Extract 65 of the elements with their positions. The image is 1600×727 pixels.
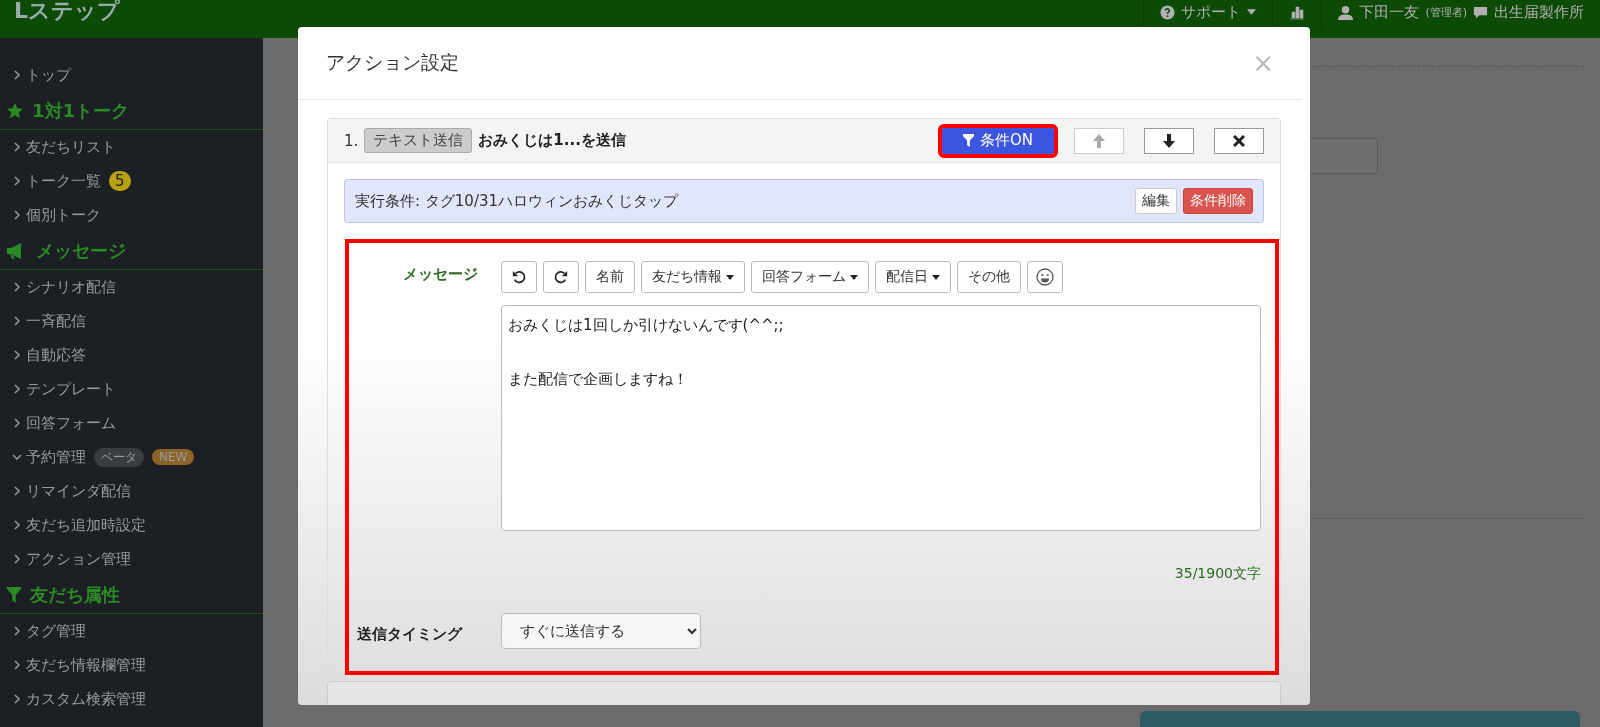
delete-condition-button[interactable]: 条件削除 [1183,188,1253,214]
sidebar-section-title: 1対1トーク [32,98,130,123]
sidebar-link[interactable]: 一斉配信 [26,311,86,331]
sidebar-link[interactable]: 個別トーク [26,205,101,225]
filter-icon [963,134,974,147]
sidebar-link[interactable]: トーク一覧 [26,171,101,191]
action-type-label: テキスト送信 [364,128,473,153]
star-icon [6,101,24,120]
redo-icon [554,270,568,284]
toolbar-dropdown[interactable]: 配信日 [875,261,951,293]
user-role: (管理者) [1425,4,1467,20]
message-textarea[interactable]: おみくじは1回しか引けないんです(^^;; また配信で企画しますね！ [501,305,1261,531]
timing-select[interactable]: すぐに送信する [501,613,701,649]
close-icon [1233,134,1245,147]
app-logo: Lステップ [13,0,122,25]
redo-button[interactable] [543,261,579,293]
sidebar-link[interactable]: トップ [26,65,71,85]
character-counter: 35/1900文字 [1173,565,1261,583]
move-down-button[interactable] [1144,127,1194,154]
caret-icon [1247,9,1257,15]
caret-icon [932,274,940,280]
sidebar-link[interactable]: カスタム検索管理 [26,689,146,709]
caret-icon [726,274,734,280]
help-icon [1160,4,1176,20]
sidebar-link[interactable]: アクション管理 [26,549,131,569]
account-name[interactable]: 出生届製作所 [1494,2,1584,22]
sidebar-link[interactable]: 友だちリスト [26,137,116,157]
caret-icon [850,274,858,280]
chat-icon [1473,4,1488,20]
sidebar-section-title: メッセージ [36,238,126,263]
sidebar-link[interactable]: リマインダ配信 [26,481,131,501]
undo-button[interactable] [501,261,537,293]
arrow-down-icon [1163,133,1175,148]
bar-chart-icon[interactable] [1289,4,1306,20]
sidebar-section-title: 友だち属性 [30,582,120,607]
sidebar-link[interactable]: 自動応答 [26,345,86,365]
sidebar-badge: NEW [152,449,195,465]
user-icon [1338,4,1354,20]
sidebar-link[interactable]: 友だち追加時設定 [26,515,146,535]
smiley-icon [1036,268,1054,286]
message-label: メッセージ [401,264,479,285]
toolbar-button[interactable]: 名前 [585,261,635,293]
action-summary: おみくじは1...を送信 [478,131,627,150]
sidebar-link[interactable]: タグ管理 [26,621,86,641]
emoji-button[interactable] [1027,261,1063,293]
sidebar-link[interactable]: 予約管理 [26,447,86,467]
filter-icon [6,585,22,604]
modal-title: アクション設定 [326,50,459,75]
sidebar-link[interactable]: 回答フォーム [26,413,116,433]
action-number: 1. [344,131,359,150]
sidebar-link[interactable]: 友だち情報欄管理 [26,655,146,675]
arrow-up-icon [1093,133,1105,148]
toolbar-dropdown[interactable]: 友だち情報 [641,261,745,293]
timing-label: 送信タイミング [356,624,464,644]
sidebar-badge: 5 [109,171,131,191]
user-name[interactable]: 下田一友 [1359,2,1420,22]
toolbar-button[interactable]: その他 [957,261,1021,293]
toolbar-dropdown[interactable]: 回答フォーム [751,261,869,293]
sidebar-link[interactable]: テンプレート [26,379,116,399]
sidebar-badge: ベータ [94,447,144,467]
condition-text: 実行条件: タグ10/31ハロウィンおみくじタップ [355,191,680,211]
sidebar-link[interactable]: シナリオ配信 [26,277,116,297]
remove-button[interactable] [1214,127,1264,154]
undo-icon [512,270,526,284]
edit-button[interactable]: 編集 [1135,188,1177,214]
